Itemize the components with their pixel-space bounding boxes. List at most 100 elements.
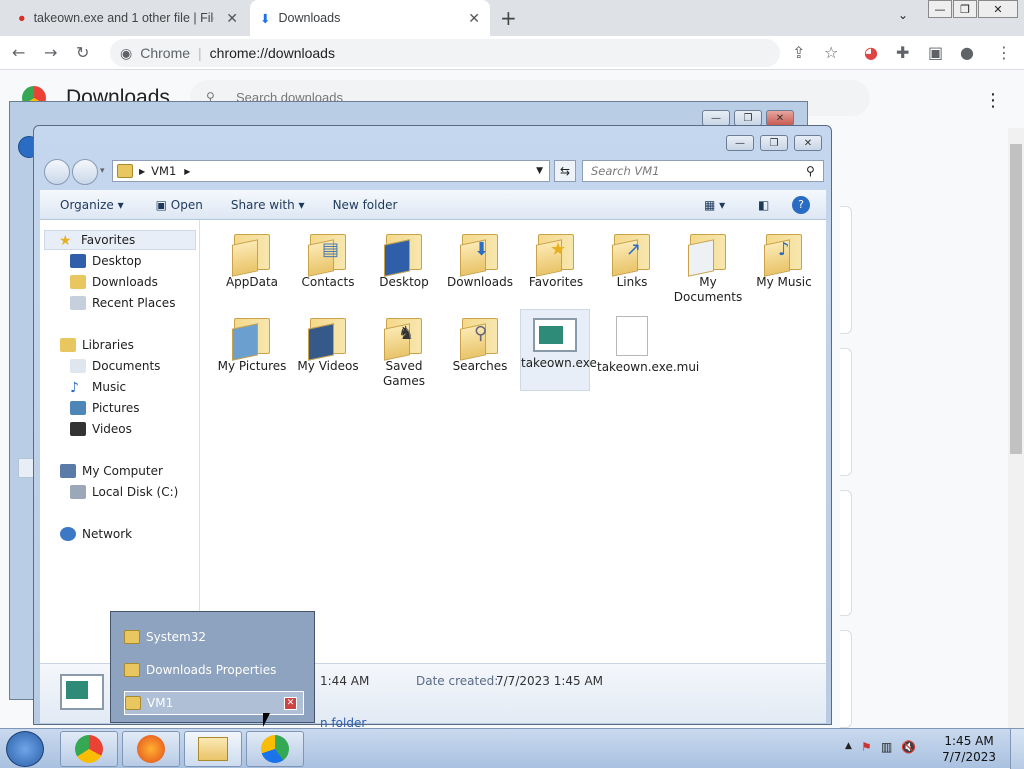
list-item[interactable]: ↗ Links (597, 226, 667, 290)
side-panel-icon[interactable]: ▣ (928, 43, 943, 62)
nav-item-documents[interactable]: Documents (70, 356, 160, 376)
nav-item-libraries[interactable]: Libraries (60, 335, 134, 355)
show-hidden-icons-icon[interactable]: ▲ (845, 741, 852, 751)
forward-arrow-icon[interactable] (72, 159, 98, 185)
volume-muted-icon[interactable]: 🔇 (901, 740, 916, 754)
tab-takeown[interactable]: ● takeown.exe and 1 other file | File ✕ (8, 0, 248, 36)
close-icon[interactable]: ✕ (226, 10, 238, 27)
share-icon[interactable]: ⇪ (792, 43, 805, 62)
list-item-selected[interactable]: takeown.exe (520, 309, 597, 391)
close-icon[interactable]: ✕ (284, 697, 297, 710)
close-button[interactable]: ✕ (794, 135, 822, 151)
list-item[interactable]: My Videos (293, 310, 363, 374)
nav-item-music[interactable]: ♪ Music (70, 377, 126, 397)
list-item[interactable]: ⚲ Searches (445, 310, 515, 374)
omnibox[interactable]: ◉ Chrome | chrome://downloads (110, 39, 780, 67)
list-item[interactable]: AppData (217, 226, 287, 290)
list-item[interactable]: ▤ Contacts (293, 226, 363, 290)
start-button[interactable] (6, 731, 44, 767)
minimize-button[interactable]: — (702, 110, 730, 126)
breadcrumb-arrow-icon[interactable]: ▶ (184, 167, 190, 176)
nav-item-videos[interactable]: Videos (70, 419, 132, 439)
back-arrow-icon[interactable]: ← (12, 43, 25, 62)
restore-button[interactable]: ❐ (760, 135, 788, 151)
list-item[interactable]: Desktop (369, 226, 439, 290)
puzzle-icon[interactable]: ✚ (896, 43, 909, 62)
close-button[interactable]: ✕ (766, 110, 794, 126)
preview-pane-icon[interactable]: ◧ (758, 198, 769, 212)
taskbar-explorer[interactable] (184, 731, 242, 767)
new-folder-button[interactable]: New folder (323, 198, 408, 212)
jump-item-system32[interactable]: System32 (124, 625, 304, 649)
menu-kebab-icon[interactable]: ⋮ (984, 90, 1002, 111)
share-with-button[interactable]: Share with ▾ (221, 198, 315, 212)
omnibox-divider: | (198, 45, 202, 61)
nav-item-favorites[interactable]: ★ Favorites (44, 230, 196, 250)
nav-item-pictures[interactable]: Pictures (70, 398, 140, 418)
breadcrumb-arrow-icon[interactable]: ▶ (139, 167, 145, 176)
close-icon[interactable]: ✕ (468, 10, 480, 27)
forward-arrow-icon[interactable]: → (44, 43, 57, 62)
nav-item-downloads[interactable]: Downloads (70, 272, 158, 292)
system-tray: ▲ ⚑ ▥ 🔇 1:45 AM 7/7/2023 (839, 729, 1024, 769)
list-item[interactable]: ★ Favorites (521, 226, 591, 290)
color-extension-icon[interactable]: ◕ (864, 43, 878, 62)
chevron-down-icon[interactable]: ⌄ (898, 8, 908, 22)
taskbar-firefox[interactable] (122, 731, 180, 767)
scrollbar-thumb[interactable] (1010, 144, 1022, 454)
omnibox-site: Chrome (140, 45, 191, 61)
star-icon: ★ (59, 233, 72, 249)
taskbar-app[interactable] (246, 731, 304, 767)
show-desktop-button[interactable] (1010, 729, 1024, 769)
nav-item-my-computer[interactable]: My Computer (60, 461, 163, 481)
list-item[interactable]: ♪ My Music (749, 226, 819, 290)
nav-item-desktop[interactable]: Desktop (70, 251, 142, 271)
videos-folder-icon (306, 316, 350, 361)
desktop-folder-icon (382, 232, 426, 277)
search-icon: ⚲ (806, 164, 815, 178)
help-icon[interactable]: ? (792, 195, 810, 214)
file-list: AppData ▤ Contacts Desktop ⬇ Downloads ★ Fa… (200, 220, 826, 668)
organize-button[interactable]: Organize ▾ (50, 198, 134, 212)
address-bar[interactable]: ▶ VM1 ▶ ▼ (112, 160, 550, 182)
list-item[interactable]: ⬇ Downloads (445, 226, 515, 290)
taskbar-chrome[interactable] (60, 731, 118, 767)
open-button[interactable]: ▣ Open (146, 198, 213, 212)
change-view-icon[interactable]: ▦ ▾ (704, 198, 725, 212)
star-icon[interactable]: ☆ (824, 43, 838, 62)
list-item[interactable]: My Documents (673, 226, 743, 305)
address-dropdown-icon[interactable]: ▼ (536, 166, 543, 176)
list-item[interactable]: takeown.exe.mui (597, 310, 699, 375)
refresh-icon[interactable]: ⇆ (554, 160, 576, 182)
new-tab-button[interactable]: + (500, 6, 517, 30)
nav-item-local-disk[interactable]: Local Disk (C:) (70, 482, 178, 502)
list-item[interactable]: ♞ Saved Games (369, 310, 439, 389)
profile-icon[interactable]: ● (960, 43, 974, 62)
clock[interactable]: 1:45 AM 7/7/2023 (942, 733, 996, 765)
music-folder-icon: ♪ (762, 232, 806, 277)
recent-pages-chevron-icon[interactable]: ▾ (100, 166, 105, 176)
jump-item-vm1[interactable]: VM1 ✕ (124, 691, 304, 715)
close-button[interactable]: ✕ (978, 0, 1018, 18)
pictures-folder-icon (230, 316, 274, 361)
jump-item-downloads-properties[interactable]: Downloads Properties (124, 658, 304, 682)
downloads-folder-icon: ⬇ (458, 232, 502, 277)
tab-downloads[interactable]: ⬇ Downloads ✕ (250, 0, 490, 36)
network-icon[interactable]: ▥ (881, 740, 892, 754)
back-arrow-icon[interactable] (44, 159, 70, 185)
page-scrollbar[interactable] (1008, 128, 1024, 728)
minimize-button[interactable]: — (726, 135, 754, 151)
restore-button[interactable]: ❐ (953, 0, 977, 18)
nav-item-recent[interactable]: Recent Places (70, 293, 175, 313)
list-item[interactable]: My Pictures (217, 310, 287, 374)
search-input[interactable]: Search VM1 (582, 160, 824, 182)
action-center-icon[interactable]: ⚑ (861, 740, 872, 754)
minimize-button[interactable]: — (928, 0, 952, 18)
nav-item-network[interactable]: Network (60, 524, 132, 544)
chrome-logo-icon (75, 735, 103, 763)
restore-button[interactable]: ❐ (734, 110, 762, 126)
menu-kebab-icon[interactable]: ⋮ (996, 43, 1012, 62)
breadcrumb[interactable]: VM1 (151, 164, 176, 178)
reload-icon[interactable]: ↻ (76, 43, 89, 62)
folder-icon (124, 663, 140, 677)
